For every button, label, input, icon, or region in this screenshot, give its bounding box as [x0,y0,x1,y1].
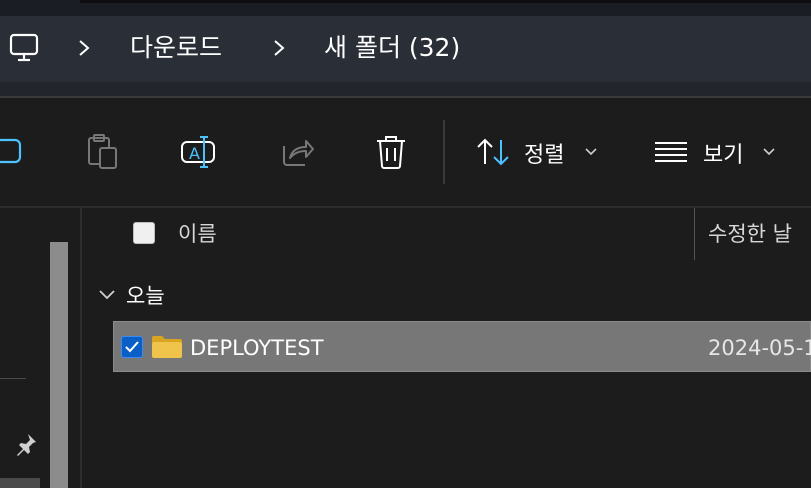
file-name[interactable]: DEPLOYTEST [190,336,324,360]
toolbar-separator [443,120,445,184]
sort-icon[interactable] [475,137,511,167]
breadcrumb-item-current-folder[interactable]: 새 폴더 (32) [324,30,460,66]
paste-icon [88,134,117,169]
chevron-down-icon [763,148,775,156]
title-strip [0,0,811,16]
navigation-scrollbar[interactable] [50,242,68,488]
view-list-icon[interactable] [654,140,688,164]
navigation-divider [0,378,26,379]
checkmark-icon [125,341,139,353]
chevron-right-icon [274,40,285,56]
chevron-down-icon [585,148,597,156]
group-header-today[interactable]: 오늘 [126,280,165,310]
folder-icon [152,336,182,358]
svg-text:A: A [189,144,200,163]
navigation-pane [0,208,82,488]
chevron-right-icon [79,40,90,56]
column-divider[interactable] [694,208,695,260]
navigation-item-partial[interactable] [0,478,40,488]
pin-icon[interactable] [14,432,38,456]
column-header-date-modified[interactable]: 수정한 날 [708,218,792,248]
row-checkbox[interactable] [121,336,143,358]
sort-button[interactable]: 정렬 [524,137,564,169]
file-date-modified: 2024-05-1 [708,336,811,360]
select-all-checkbox[interactable] [133,222,155,244]
this-pc-icon[interactable] [8,32,40,64]
column-header-name[interactable]: 이름 [178,218,217,248]
rename-icon[interactable]: A [180,134,220,170]
breadcrumb-item-downloads[interactable]: 다운로드 [130,30,222,66]
view-button[interactable]: 보기 [703,137,743,169]
trash-icon[interactable] [374,134,408,170]
share-icon [283,140,314,166]
chevron-down-icon[interactable] [98,287,116,301]
copy-icon[interactable] [0,136,26,168]
